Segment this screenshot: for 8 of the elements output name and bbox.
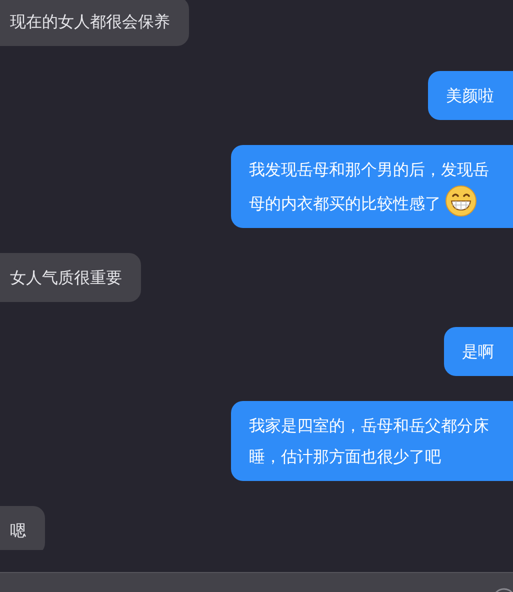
message-bubble: 我发现岳母和那个男的后，发现岳母的内衣都买的比较性感了 bbox=[231, 145, 513, 228]
message-bubble: 女人气质很重要 bbox=[0, 253, 141, 302]
message-bubble: 嗯 bbox=[0, 506, 45, 550]
message-bubble: 我家是四室的，岳母和岳父都分床睡，估计那方面也很少了吧 bbox=[231, 401, 513, 481]
grin-emoji-icon bbox=[445, 185, 477, 217]
message-bubble: 美颜啦 bbox=[428, 71, 513, 120]
message-bubble: 是啊 bbox=[444, 327, 513, 376]
message-bubble: 现在的女人都很会保养 bbox=[0, 0, 189, 46]
